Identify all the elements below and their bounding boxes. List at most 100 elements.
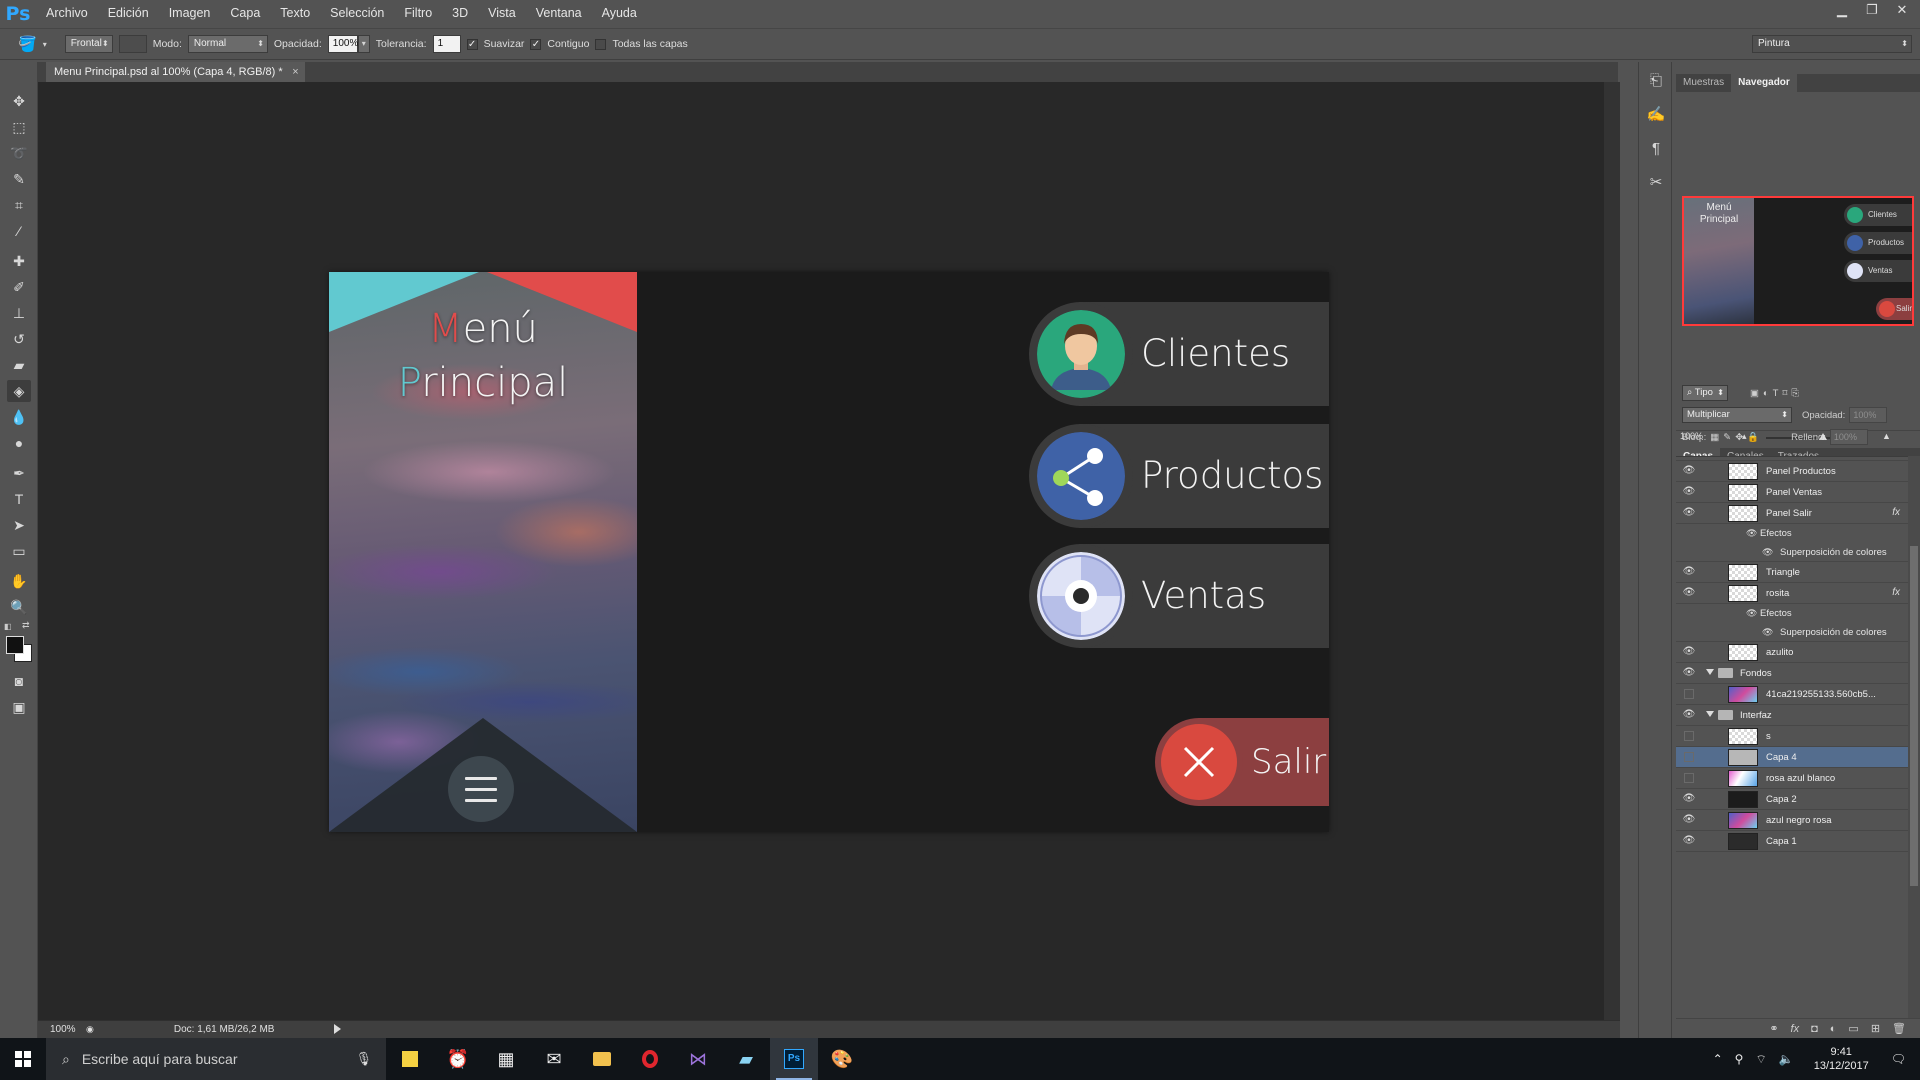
visibility-eye-icon[interactable]: 👁 <box>1682 567 1696 577</box>
menu-archivo[interactable]: Archivo <box>36 0 98 27</box>
group-expand-icon[interactable] <box>1706 669 1714 675</box>
screen-mode-icon[interactable]: ▣ <box>7 696 31 718</box>
layer-row-selected[interactable]: Capa 4 <box>1676 747 1908 768</box>
zoom-field[interactable]: 100% <box>38 1024 78 1035</box>
volume-icon[interactable]: 🔈 <box>1779 1052 1794 1066</box>
link-layers-icon[interactable]: ⚭ <box>1769 1022 1778 1035</box>
visibility-toggle[interactable] <box>1684 689 1694 699</box>
paint-bucket-tool-icon[interactable]: 🪣 <box>18 35 37 53</box>
menu-filtro[interactable]: Filtro <box>394 0 442 27</box>
restore-icon[interactable]: ❐ <box>1864 2 1880 18</box>
lock-paint-icon[interactable]: ✎ <box>1723 432 1731 443</box>
tab-navegador[interactable]: Navegador <box>1731 74 1797 92</box>
zoom-tool-icon[interactable]: 🔍 <box>7 596 31 618</box>
layer-row[interactable]: 👁 azul negro rosa <box>1676 810 1908 831</box>
tool-presets-icon[interactable]: ✂ <box>1645 172 1667 194</box>
start-button[interactable] <box>0 1038 46 1080</box>
file-explorer-app-icon[interactable] <box>578 1038 626 1080</box>
layer-row[interactable]: 41ca219255133.560cb5... <box>1676 684 1908 705</box>
microphone-icon[interactable]: 🎙 <box>355 1051 372 1067</box>
filter-type-icon[interactable]: T <box>1773 388 1779 399</box>
brush-presets-icon[interactable]: ✍ <box>1645 104 1667 126</box>
taskbar-search[interactable]: ⌕ Escribe aquí para buscar 🎙 <box>46 1038 386 1080</box>
paint-app-icon[interactable]: 🎨 <box>818 1038 866 1080</box>
menu-texto[interactable]: Texto <box>270 0 320 27</box>
history-panel-icon[interactable]: ⎗ <box>1645 70 1667 92</box>
opera-browser-app-icon[interactable] <box>626 1038 674 1080</box>
effect-visibility-eye-icon[interactable]: 👁 <box>1762 627 1773 638</box>
visibility-eye-icon[interactable]: 👁 <box>1682 668 1696 678</box>
menu-ventana[interactable]: Ventana <box>526 0 592 27</box>
opacity-field[interactable]: 100% <box>327 35 358 53</box>
menu-seleccion[interactable]: Selección <box>320 0 394 27</box>
workspace-select[interactable]: Pintura <box>1752 35 1912 53</box>
visibility-eye-icon[interactable]: 👁 <box>1682 794 1696 804</box>
layer-row[interactable]: 👁 Panel Productos <box>1676 461 1908 482</box>
opacity-dropdown-icon[interactable]: ▾ <box>357 35 370 53</box>
canvas-area[interactable]: Menú Principal Clientes Productos Ventas… <box>38 82 1620 1020</box>
layer-effects-badge[interactable]: fx <box>1892 587 1900 598</box>
menu-3d[interactable]: 3D <box>442 0 478 27</box>
layer-filter-select[interactable]: ⌕ Tipo <box>1682 385 1728 401</box>
effect-row[interactable]: 👁 Superposición de colores <box>1676 623 1908 642</box>
navigator-preview[interactable]: Menú Principal Clientes Productos Ventas… <box>1682 196 1914 326</box>
vertical-scrollbar[interactable] <box>1604 82 1620 1020</box>
layer-style-icon[interactable]: fx <box>1791 1023 1800 1035</box>
layer-row[interactable]: 👁 Panel Ventas <box>1676 482 1908 503</box>
quick-mask-icon[interactable]: ◙ <box>7 670 31 692</box>
effect-visibility-eye-icon[interactable]: 👁 <box>1746 608 1757 619</box>
history-brush-tool-icon[interactable]: ↺ <box>7 328 31 350</box>
mail-app-icon[interactable]: ✉ <box>530 1038 578 1080</box>
layer-effects-badge[interactable]: fx <box>1892 507 1900 518</box>
effects-row[interactable]: 👁 Efectos <box>1676 524 1908 543</box>
lock-all-icon[interactable]: 🔒 <box>1747 432 1759 443</box>
pattern-picker[interactable] <box>118 35 147 53</box>
notepad-app-icon[interactable]: ▰ <box>722 1038 770 1080</box>
visibility-toggle[interactable] <box>1684 731 1694 741</box>
layers-scroll-thumb[interactable] <box>1910 546 1918 886</box>
filter-pixel-icon[interactable]: ▣ <box>1750 388 1759 399</box>
visibility-eye-icon[interactable]: 👁 <box>1682 466 1696 476</box>
all-layers-checkbox[interactable] <box>595 38 607 50</box>
foreground-color-swatch[interactable] <box>6 636 24 654</box>
layer-row[interactable]: 👁 Capa 2 <box>1676 789 1908 810</box>
group-expand-icon[interactable] <box>1706 711 1714 717</box>
proof-icon[interactable]: ◉ <box>86 1024 94 1035</box>
menu-capa[interactable]: Capa <box>220 0 270 27</box>
layer-row[interactable]: 👁 azulito <box>1676 642 1908 663</box>
smooth-checkbox[interactable]: ✓ <box>466 38 478 50</box>
menu-ayuda[interactable]: Ayuda <box>592 0 647 27</box>
action-center-icon[interactable]: 🗨 <box>1891 1052 1906 1066</box>
contiguous-checkbox[interactable]: ✓ <box>530 38 542 50</box>
hand-tool-icon[interactable]: ✋ <box>7 570 31 592</box>
effects-row[interactable]: 👁 Efectos <box>1676 604 1908 623</box>
path-selection-tool-icon[interactable]: ➤ <box>7 514 31 536</box>
quick-select-tool-icon[interactable]: ✎ <box>7 168 31 190</box>
artboard[interactable]: Menú Principal Clientes Productos Ventas… <box>329 272 1329 832</box>
filter-smart-object-icon[interactable]: ⎘ <box>1791 388 1799 399</box>
default-colors-icon[interactable]: ◧ <box>4 622 12 631</box>
blur-tool-icon[interactable]: 💧 <box>7 406 31 428</box>
move-tool-icon[interactable]: ✥ <box>7 90 31 112</box>
fill-source-select[interactable]: Frontal <box>64 35 113 53</box>
lock-transparent-icon[interactable]: ▦ <box>1710 432 1719 443</box>
dodge-tool-icon[interactable]: ● <box>7 432 31 454</box>
eyedropper-tool-icon[interactable]: ⁄ <box>7 220 31 242</box>
group-row[interactable]: 👁 Fondos <box>1676 663 1908 684</box>
sticky-notes-app-icon[interactable] <box>386 1038 434 1080</box>
tab-muestras[interactable]: Muestras <box>1676 74 1731 92</box>
layer-row[interactable]: 👁 rosita fx <box>1676 583 1908 604</box>
paragraph-panel-icon[interactable]: ¶ <box>1645 138 1667 160</box>
add-mask-icon[interactable]: ◘ <box>1811 1023 1818 1035</box>
layer-row[interactable]: 👁 Capa 1 <box>1676 831 1908 852</box>
close-icon[interactable]: ✕ <box>1894 2 1910 18</box>
layer-fill-field[interactable]: 100% <box>1829 429 1868 445</box>
brush-tool-icon[interactable]: ✐ <box>7 276 31 298</box>
layer-row[interactable]: 👁 Panel Salir fx <box>1676 503 1908 524</box>
document-tab[interactable]: Menu Principal.psd al 100% (Capa 4, RGB/… <box>46 62 305 82</box>
effect-row[interactable]: 👁 Superposición de colores <box>1676 543 1908 562</box>
layer-row[interactable]: rosa azul blanco <box>1676 768 1908 789</box>
hamburger-menu-icon[interactable] <box>448 756 514 822</box>
group-row[interactable]: 👁 Interfaz <box>1676 705 1908 726</box>
filter-adjustment-icon[interactable]: ◐ <box>1763 388 1769 399</box>
